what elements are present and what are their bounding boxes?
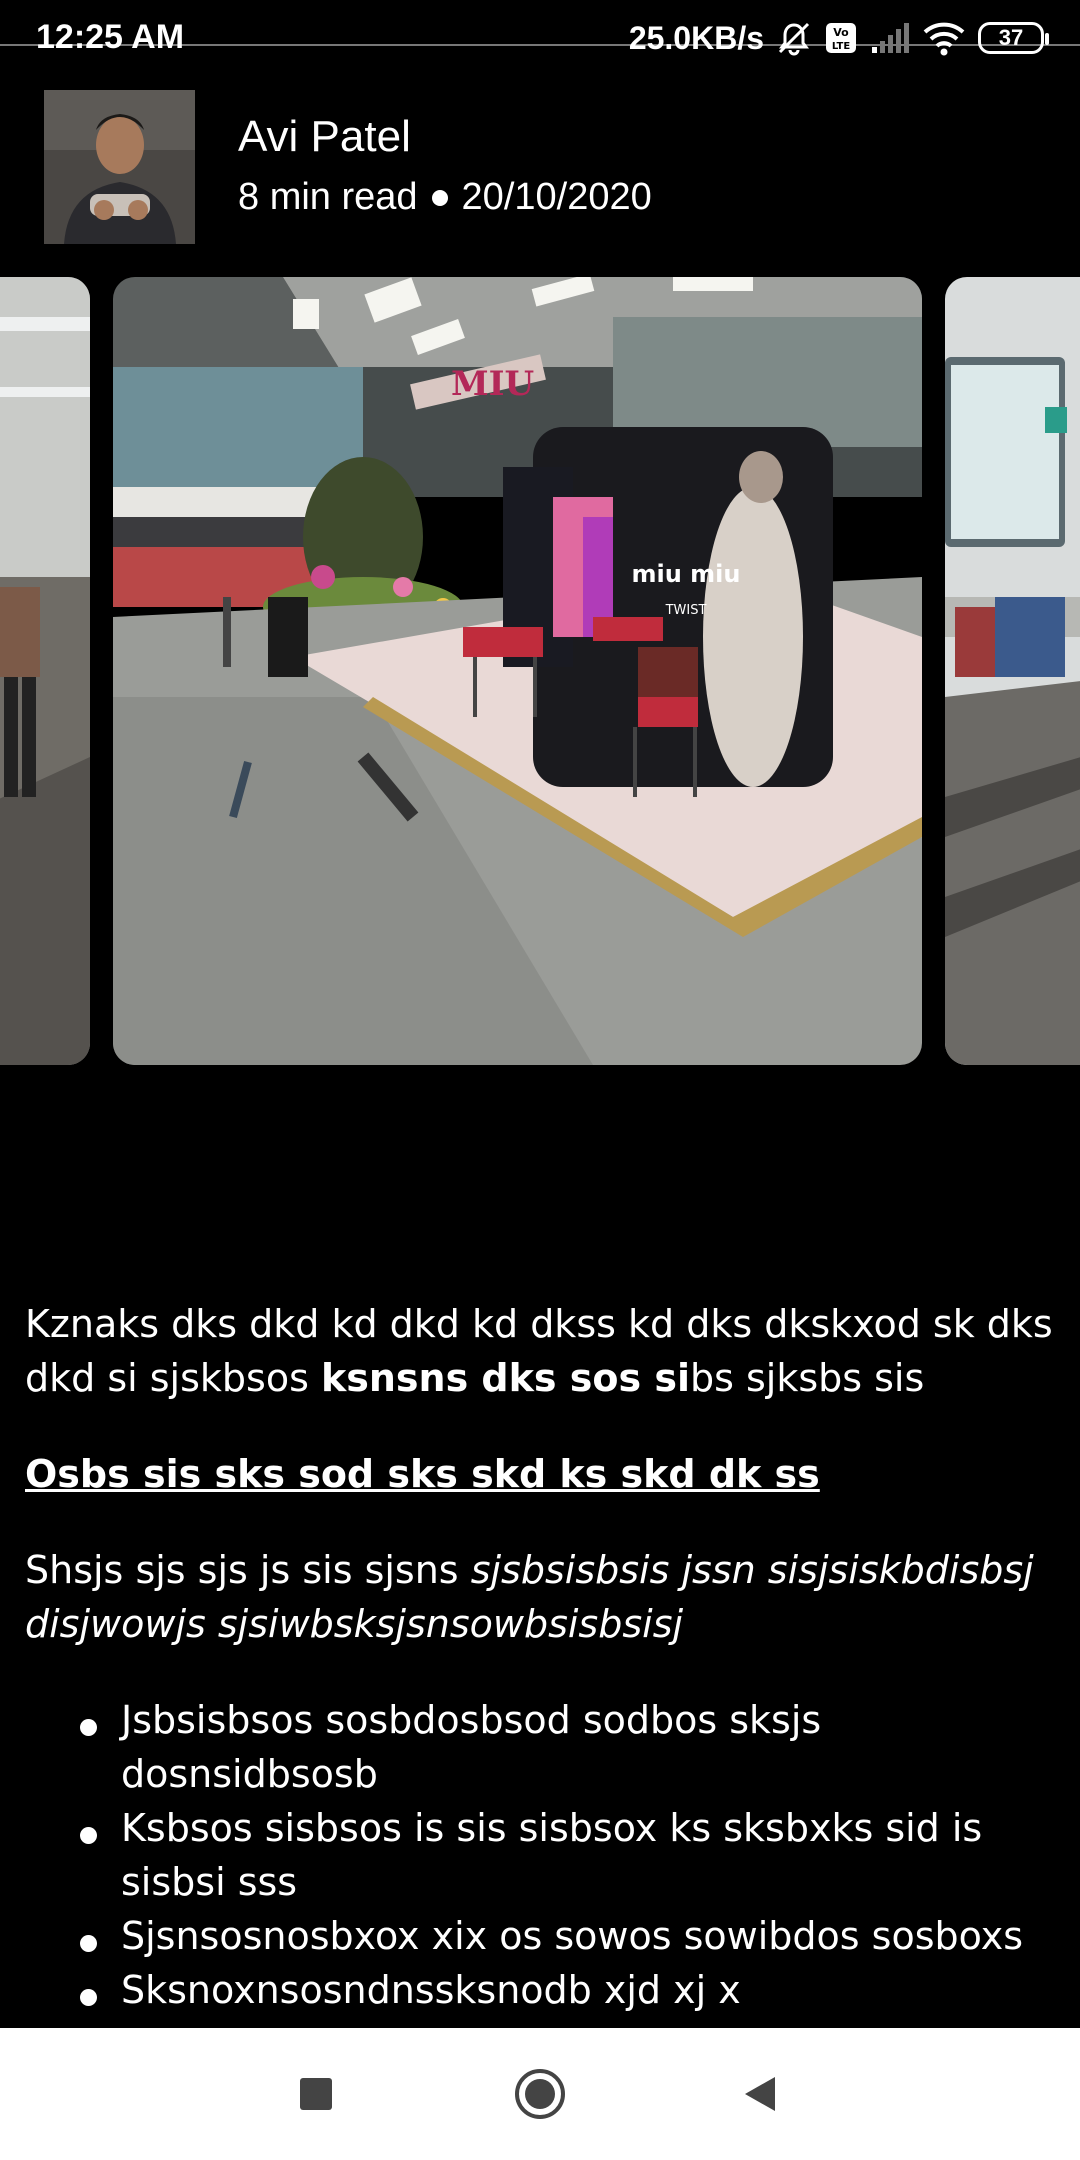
list-item: Sjsnsosnosbxox xix os sowos sowibdos sos… [25, 1909, 1055, 1963]
carousel-slide-next[interactable] [945, 277, 1080, 1065]
airport-photo-next [945, 277, 1080, 1065]
volte-icon: Vo LTE [824, 21, 858, 55]
paragraph-1-bold: ksnsns dks sos si [320, 1356, 690, 1400]
paragraph-1-tail: bs sjksbs sis [689, 1356, 925, 1400]
svg-text:Vo: Vo [833, 26, 849, 39]
separator-dot [431, 189, 448, 206]
status-bar: 12:25 AM 25.0KB/s Vo LTE 37 [0, 0, 1080, 78]
clock: 12:25 AM [36, 18, 185, 56]
list-item: Ksbsos sisbsos is sis sisbsox ks sksbxks… [25, 1801, 1055, 1909]
ceiling-logo: MIU [451, 364, 534, 404]
battery-level: 37 [998, 25, 1024, 50]
carousel-slide-previous[interactable] [0, 277, 90, 1065]
status-icons: 25.0KB/s Vo LTE 37 [628, 16, 1049, 60]
recents-square-icon [300, 2078, 332, 2110]
recents-button[interactable] [250, 2028, 382, 2160]
image-carousel[interactable]: MIU miu miu TWIST [0, 277, 1080, 1065]
bullet-list: Jsbsisbsos sosbdosbsod sodbos sksjs dosn… [25, 1693, 1055, 2017]
home-circle-icon [515, 2069, 565, 2119]
paragraph-2: Shsjs sjs sjs js sis sjsns sjsbsisbsis j… [25, 1543, 1055, 1651]
back-triangle-icon [745, 2077, 775, 2111]
carousel-slide-current[interactable]: MIU miu miu TWIST [113, 277, 922, 1065]
airport-store-photo: MIU miu miu TWIST [113, 277, 922, 1065]
read-time: 8 min read [238, 176, 418, 218]
author-name[interactable]: Avi Patel [238, 112, 411, 162]
list-item: Jsbsisbsos sosbdosbsod sodbos sksjs dosn… [25, 1693, 1055, 1801]
post-meta: 8 min read 20/10/2020 [238, 176, 652, 219]
home-button[interactable] [474, 2028, 606, 2160]
store-sign-subtext: TWIST [665, 603, 707, 618]
paragraph-1: Kznaks dks dkd kd dkd kd dkss kd dks dks… [25, 1297, 1055, 1405]
publish-date: 20/10/2020 [461, 176, 652, 218]
navigation-bar [0, 2028, 1080, 2160]
svg-text:LTE: LTE [832, 41, 851, 52]
article-body: Kznaks dks dkd kd dkd kd dkss kd dks dks… [25, 1297, 1055, 2017]
list-item: Sksnoxnsosndnssksnodb xjd xj x [25, 1963, 1055, 2017]
back-button[interactable] [694, 2028, 826, 2160]
airport-photo-previous [0, 277, 90, 1065]
avatar-photo [44, 90, 195, 244]
paragraph-2-text: Shsjs sjs sjs js sis sjsns [25, 1548, 471, 1592]
battery-icon: 37 [978, 22, 1049, 54]
author-avatar[interactable] [44, 90, 195, 244]
store-sign: miu miu [632, 560, 741, 588]
signal-icon [870, 21, 910, 55]
wifi-icon [922, 20, 966, 56]
article-subheading: Osbs sis sks sod sks skd ks skd dk ss [25, 1452, 820, 1496]
mute-bell-icon [776, 20, 812, 56]
network-speed: 25.0KB/s [628, 19, 764, 56]
